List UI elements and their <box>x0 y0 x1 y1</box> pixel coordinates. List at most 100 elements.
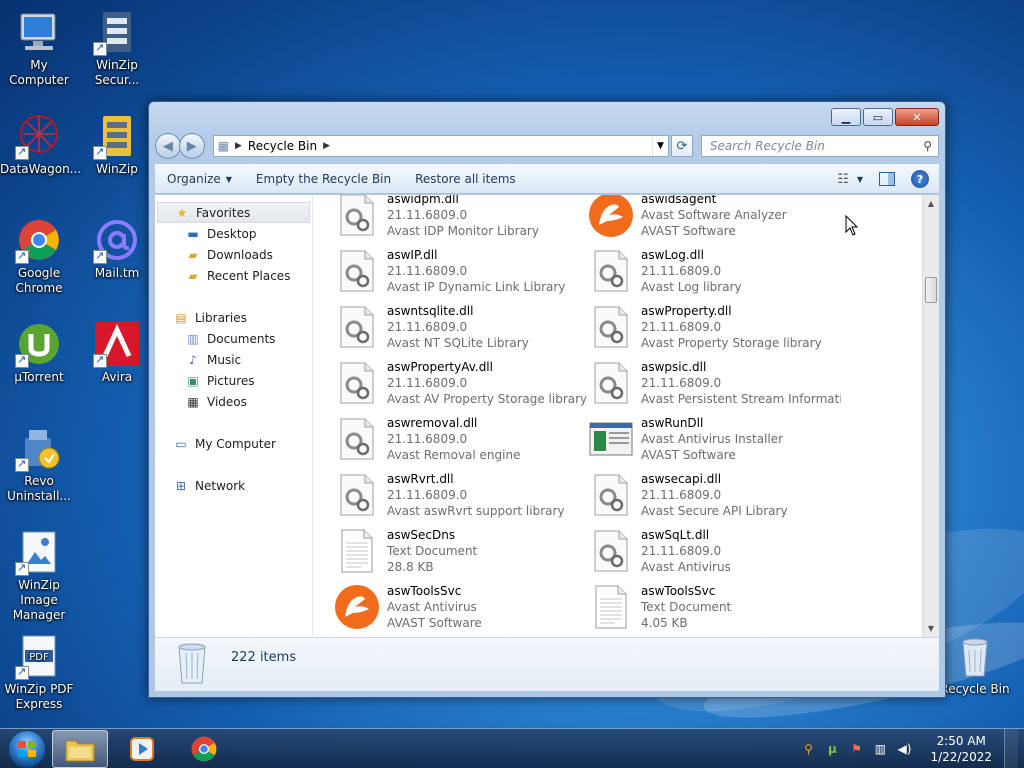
search-placeholder: Search Recycle Bin <box>709 139 825 153</box>
file-name: aswremoval.dll <box>387 416 478 430</box>
desktop-icon-mail-tm[interactable]: Mail.tm <box>78 216 156 281</box>
refresh-button[interactable]: ⟳ <box>671 135 693 157</box>
taskbar-chrome-button[interactable] <box>176 730 232 768</box>
file-detail: Avast Removal engine <box>387 448 521 462</box>
scrollbar-thumb[interactable] <box>925 277 937 303</box>
nav-label: Favorites <box>196 205 251 220</box>
volume-icon[interactable]: ◀) <box>896 741 912 757</box>
address-bar[interactable]: ▦ ▶ Recycle Bin ▶ ▼ <box>212 135 669 157</box>
file-detail: 4.05 KB <box>641 616 688 630</box>
restore-all-items-button[interactable]: Restore all items <box>403 165 528 193</box>
file-item[interactable]: aswsecapi.dll 21.11.6809.0 Avast Secure AP… <box>587 467 841 523</box>
search-input[interactable]: Search Recycle Bin ⚲ <box>700 135 940 157</box>
file-item[interactable]: aswSqLt.dll 21.11.6809.0 Avast Antivirus <box>587 523 841 579</box>
file-item[interactable]: aswRunDll Avast Antivirus Installer AVAST … <box>587 411 841 467</box>
file-name: aswntsqlite.dll <box>387 304 474 318</box>
vertical-scrollbar[interactable]: ▲ ▼ <box>922 195 939 637</box>
winzip-image-manager-icon <box>15 528 63 576</box>
file-detail: Avast AV Property Storage library <box>387 392 587 406</box>
desktop-icon-winzip-pdf-express[interactable]: PDF WinZip PDF Express <box>0 632 78 712</box>
nav-label: Music <box>207 352 242 367</box>
breadcrumb-arrow-icon[interactable]: ▶ <box>323 141 330 151</box>
nav-pictures[interactable]: ▣ Pictures <box>155 370 312 391</box>
desktop-icon-winzip-secure[interactable]: WinZip Secur... <box>78 8 156 88</box>
desktop-icon-winzip-image-manager[interactable]: WinZip Image Manager <box>0 528 78 623</box>
desktop-icon-utorrent[interactable]: µTorrent <box>0 320 78 385</box>
file-item[interactable]: aswIP.dll 21.11.6809.0 Avast IP Dynamic Li… <box>333 243 587 299</box>
nav-network[interactable]: ⊞ Network <box>155 475 312 496</box>
action-center-flag-icon[interactable]: ⚑ <box>848 741 864 757</box>
nav-recent-places[interactable]: ▰ Recent Places <box>155 265 312 286</box>
refresh-icon: ⟳ <box>676 138 688 154</box>
file-item[interactable]: aswProperty.dll 21.11.6809.0 Avast Propert… <box>587 299 841 355</box>
nav-my-computer[interactable]: ▭ My Computer <box>155 433 312 454</box>
nav-downloads[interactable]: ▰ Downloads <box>155 244 312 265</box>
show-desktop-button[interactable] <box>1004 729 1018 768</box>
desktop-icon-winzip[interactable]: WinZip <box>78 112 156 177</box>
nav-libraries[interactable]: ▤ Libraries <box>155 307 312 328</box>
desktop-icon-datawagon[interactable]: DataWagon... <box>0 112 81 177</box>
scroll-up-icon[interactable]: ▲ <box>923 195 939 212</box>
network-tray-icon[interactable]: ▥ <box>872 741 888 757</box>
help-button[interactable]: ? <box>911 170 929 188</box>
file-item[interactable]: aswntsqlite.dll 21.11.6809.0 Avast NT SQLi… <box>333 299 587 355</box>
mouse-cursor-icon <box>845 215 859 236</box>
file-detail: Text Document <box>641 600 732 614</box>
nav-music[interactable]: ♪ Music <box>155 349 312 370</box>
file-item[interactable]: aswPropertyAv.dll 21.11.6809.0 Avast AV Pr… <box>333 355 587 411</box>
file-name: aswidpm.dll <box>387 195 459 206</box>
clock[interactable]: 2:50 AM 1/22/2022 <box>930 733 992 765</box>
recycle-bin-icon <box>951 632 999 680</box>
nav-videos[interactable]: ▦ Videos <box>155 391 312 412</box>
file-item[interactable]: aswToolsSvc Avast Antivirus AVAST Software <box>333 579 587 635</box>
file-detail: AVAST Software <box>387 616 482 630</box>
forward-button[interactable]: ▶ <box>178 133 205 159</box>
nav-favorites[interactable]: ★ Favorites <box>157 202 310 223</box>
breadcrumb-recycle-bin[interactable]: Recycle Bin <box>248 139 317 153</box>
close-button[interactable]: ✕ <box>895 108 939 126</box>
chevron-down-icon: ▼ <box>856 174 863 184</box>
empty-recycle-bin-button[interactable]: Empty the Recycle Bin <box>244 165 403 193</box>
file-name: aswIP.dll <box>387 248 438 262</box>
file-item[interactable]: aswidpm.dll 21.11.6809.0 Avast IDP Monitor… <box>333 195 587 243</box>
preview-pane-button[interactable] <box>879 172 895 186</box>
file-detail: AVAST Software <box>641 224 736 238</box>
recent-places-icon: ▰ <box>188 268 198 283</box>
desktop-icon: ▬ <box>187 226 199 241</box>
nav-documents[interactable]: ▥ Documents <box>155 328 312 349</box>
taskbar-media-player-button[interactable] <box>114 730 170 768</box>
file-item[interactable]: aswSecDns Text Document 28.8 KB <box>333 523 587 579</box>
taskbar-explorer-button[interactable] <box>52 729 108 768</box>
file-item[interactable]: aswidsagent Avast Software Analyzer AVAST … <box>587 195 841 243</box>
file-detail: Avast IDP Monitor Library <box>387 224 539 238</box>
nav-desktop[interactable]: ▬ Desktop <box>155 223 312 244</box>
desktop-icon-google-chrome[interactable]: Google Chrome <box>0 216 78 296</box>
file-detail: Avast Persistent Stream Informati... <box>641 392 841 406</box>
file-item[interactable]: aswpsic.dll 21.11.6809.0 Avast Persistent … <box>587 355 841 411</box>
maximize-button[interactable]: ▭ <box>863 108 893 126</box>
desktop-icon-revo-uninstaller[interactable]: Revo Uninstall... <box>0 424 78 504</box>
minimize-button[interactable]: ▁ <box>831 108 861 126</box>
file-item[interactable]: aswremoval.dll 21.11.6809.0 Avast Removal … <box>333 411 587 467</box>
file-detail: Avast Software Analyzer <box>641 208 787 222</box>
clock-date: 1/22/2022 <box>930 749 992 764</box>
search-icon[interactable]: ⚲ <box>923 139 932 153</box>
magnifier-tray-icon[interactable]: ⚲ <box>800 741 816 757</box>
desktop-icon-my-computer[interactable]: My Computer <box>0 8 78 88</box>
scroll-down-icon[interactable]: ▼ <box>923 620 939 637</box>
utorrent-tray-icon[interactable]: µ <box>824 741 840 757</box>
desktop-icon-avira[interactable]: Avira <box>78 320 156 385</box>
start-button[interactable] <box>8 729 46 768</box>
restore-all-items-label: Restore all items <box>415 172 516 186</box>
file-item[interactable]: aswRvrt.dll 21.11.6809.0 Avast aswRvrt sup… <box>333 467 587 523</box>
address-dropdown-icon[interactable]: ▼ <box>652 136 668 156</box>
desktop-icon-recycle-bin[interactable]: Recycle Bin <box>936 632 1014 697</box>
file-item[interactable]: aswLog.dll 21.11.6809.0 Avast Log library <box>587 243 841 299</box>
back-button[interactable]: ◀ <box>155 133 181 159</box>
installer-icon <box>587 415 635 463</box>
organize-button[interactable]: Organize ▼ <box>155 165 244 193</box>
change-view-button[interactable]: ☷ ▼ <box>837 172 863 187</box>
breadcrumb-arrow-icon[interactable]: ▶ <box>235 141 242 151</box>
nav-label: Videos <box>207 394 247 409</box>
file-item[interactable]: aswToolsSvc Text Document 4.05 KB <box>587 579 841 635</box>
